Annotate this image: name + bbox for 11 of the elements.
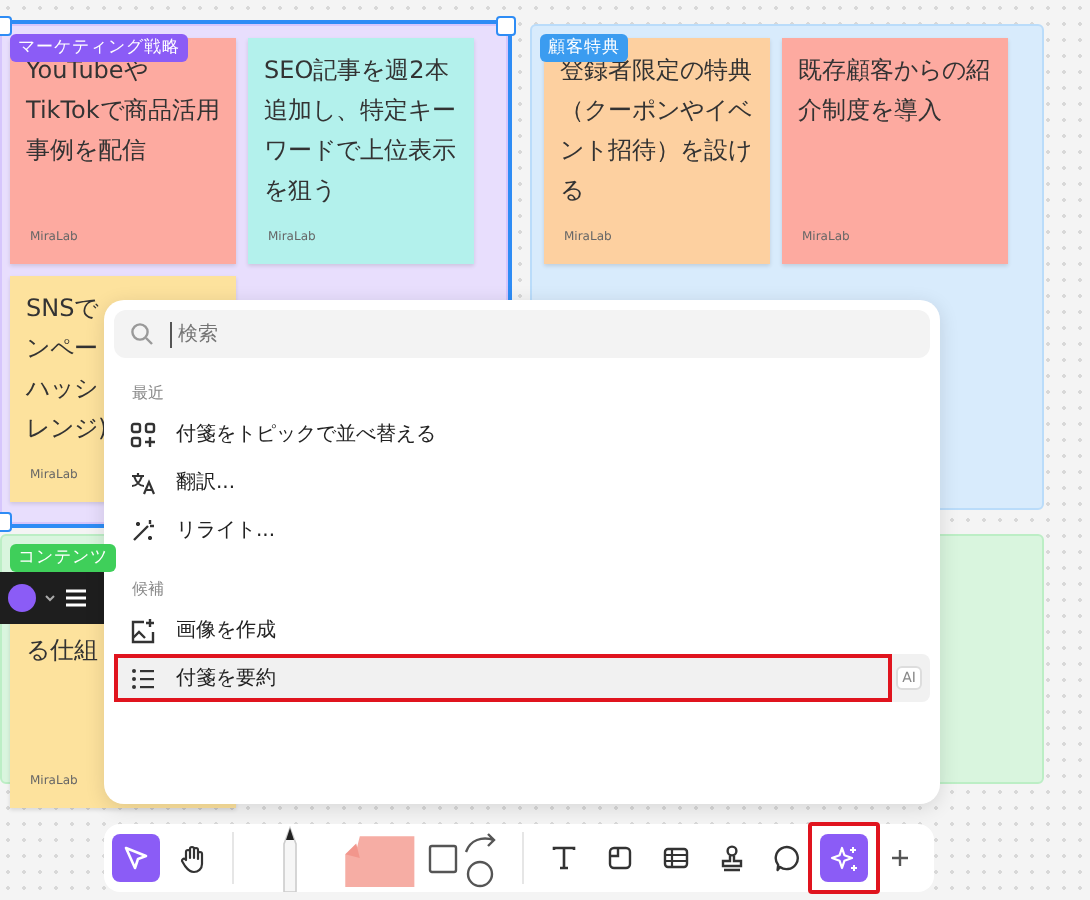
note-text: SEO記事を週2本追加し、特定キーワードで上位表示を狙う bbox=[264, 54, 458, 208]
frame-label: コンテンツ bbox=[10, 544, 116, 572]
section-title: 最近 bbox=[132, 382, 166, 404]
note-text: ハッシ bbox=[26, 372, 98, 406]
section-title: 候補 bbox=[132, 578, 166, 600]
frame-label: 顧客特典 bbox=[540, 34, 628, 62]
note-text: ンペー bbox=[26, 332, 98, 366]
frame-label: マーケティング戦略 bbox=[10, 34, 188, 62]
note-text: 既存顧客からの紹介制度を導入 bbox=[798, 54, 992, 128]
note-text: る仕組 bbox=[26, 634, 98, 668]
note-text: SNSで bbox=[26, 292, 99, 326]
